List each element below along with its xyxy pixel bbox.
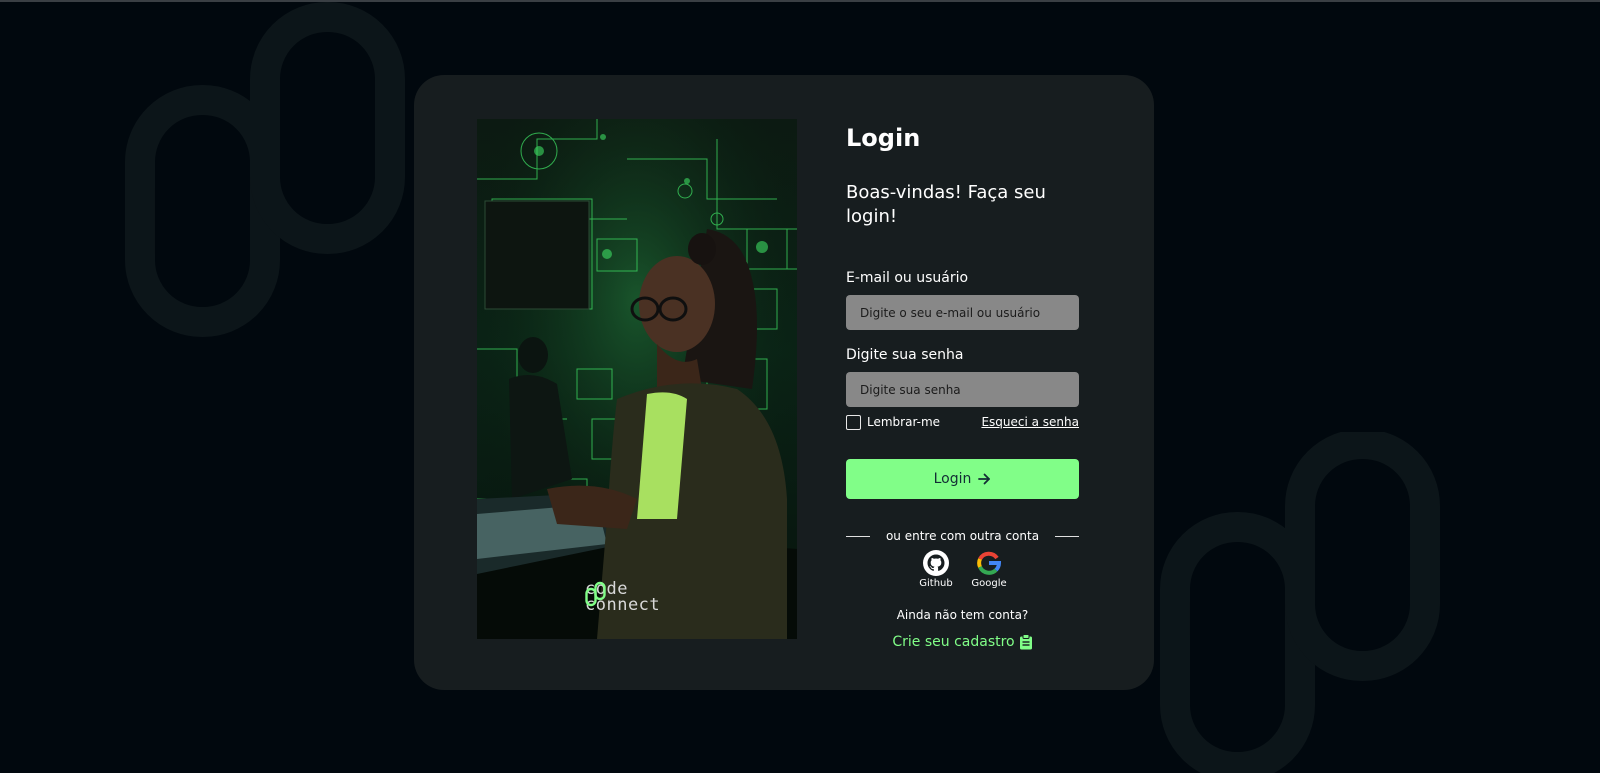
login-title: Login	[846, 124, 921, 152]
github-label: Github	[919, 578, 953, 589]
forgot-password-link[interactable]: Esqueci a senha	[981, 415, 1079, 429]
remember-me-checkbox[interactable]	[846, 414, 861, 430]
background-logo-bottom	[1160, 432, 1450, 773]
welcome-text: Boas-vindas! Faça seu login!	[846, 182, 1046, 227]
email-field[interactable]	[846, 295, 1079, 330]
remember-me-option[interactable]: Lembrar-me	[846, 414, 941, 430]
hero-image: code connect	[477, 119, 797, 639]
code-connect-logo-icon	[585, 581, 606, 607]
no-account-text: Ainda não tem conta?	[896, 608, 1029, 622]
background-logo-top	[125, 2, 410, 342]
signup-link[interactable]: Crie seu cadastro	[846, 634, 1079, 650]
google-icon	[977, 551, 1002, 575]
divider-line-left	[846, 535, 870, 537]
login-card: code connect Login Boas-vindas! Faça seu…	[414, 75, 1154, 690]
social-divider: ou entre com outra conta	[846, 529, 1079, 543]
social-login-options: Github Google	[846, 549, 1079, 590]
password-label: Digite sua senha	[846, 347, 964, 363]
remember-me-label: Lembrar-me	[867, 415, 941, 429]
login-button-label: Login	[933, 471, 972, 487]
google-label: Google	[971, 578, 1007, 589]
divider-line-right	[1055, 535, 1079, 537]
login-form: Login Boas-vindas! Faça seu login! E-mai…	[846, 123, 1079, 650]
arrow-right-icon	[978, 473, 991, 485]
remember-forgot-row: Lembrar-me Esqueci a senha	[846, 414, 1079, 430]
google-login-button[interactable]: Google	[971, 549, 1008, 590]
hero-brand: code connect	[585, 581, 660, 614]
password-field[interactable]	[846, 372, 1079, 407]
login-button[interactable]: Login	[846, 459, 1079, 499]
github-login-button[interactable]: Github	[918, 549, 955, 590]
github-icon	[923, 550, 949, 576]
email-label: E-mail ou usuário	[846, 270, 969, 286]
divider-text: ou entre com outra conta	[885, 529, 1040, 543]
clipboard-icon	[1019, 634, 1032, 650]
signup-link-label: Crie seu cadastro	[892, 634, 1015, 650]
